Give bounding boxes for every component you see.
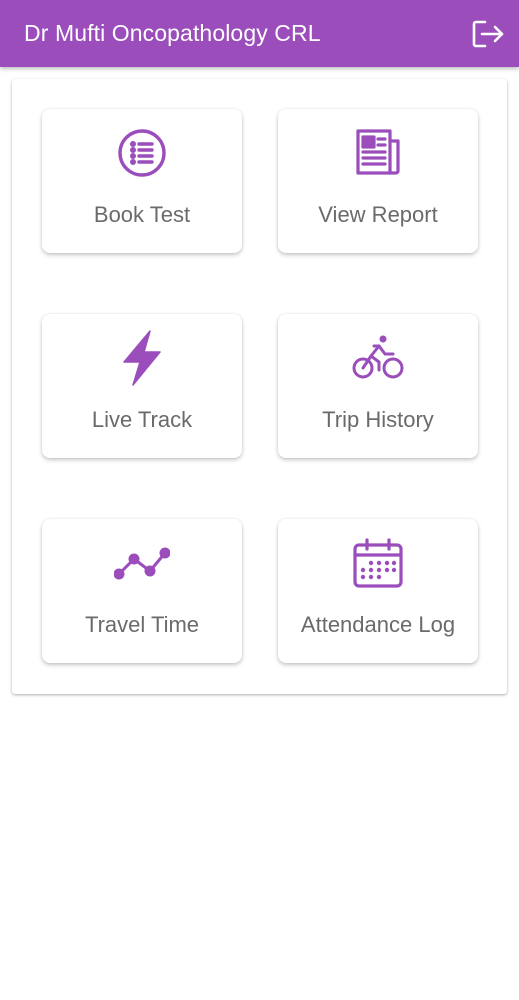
tile-label: Attendance Log [300, 612, 456, 637]
tile-label: Live Track [91, 407, 193, 432]
travel-time-button[interactable]: Travel Time [42, 519, 242, 663]
logout-icon[interactable] [471, 18, 505, 50]
newspaper-icon [350, 125, 406, 181]
app-title: Dr Mufti Oncopathology CRL [24, 20, 321, 46]
tile-label: Trip History [322, 407, 434, 432]
tile-label: Book Test [93, 202, 191, 227]
line-chart-icon [114, 535, 170, 591]
menu-panel: Book Test View Report Live Track Trip Hi… [12, 79, 507, 694]
tile-label: Travel Time [84, 612, 200, 637]
view-report-button[interactable]: View Report [278, 109, 478, 253]
attendance-log-button[interactable]: Attendance Log [278, 519, 478, 663]
calendar-icon [350, 535, 406, 591]
list-circle-icon [114, 125, 170, 181]
book-test-button[interactable]: Book Test [42, 109, 242, 253]
live-track-button[interactable]: Live Track [42, 314, 242, 458]
tile-label: View Report [318, 202, 438, 227]
bicycle-rider-icon [350, 330, 406, 386]
trip-history-button[interactable]: Trip History [278, 314, 478, 458]
lightning-bolt-icon [114, 330, 170, 386]
app-bar: Dr Mufti Oncopathology CRL [0, 0, 519, 67]
